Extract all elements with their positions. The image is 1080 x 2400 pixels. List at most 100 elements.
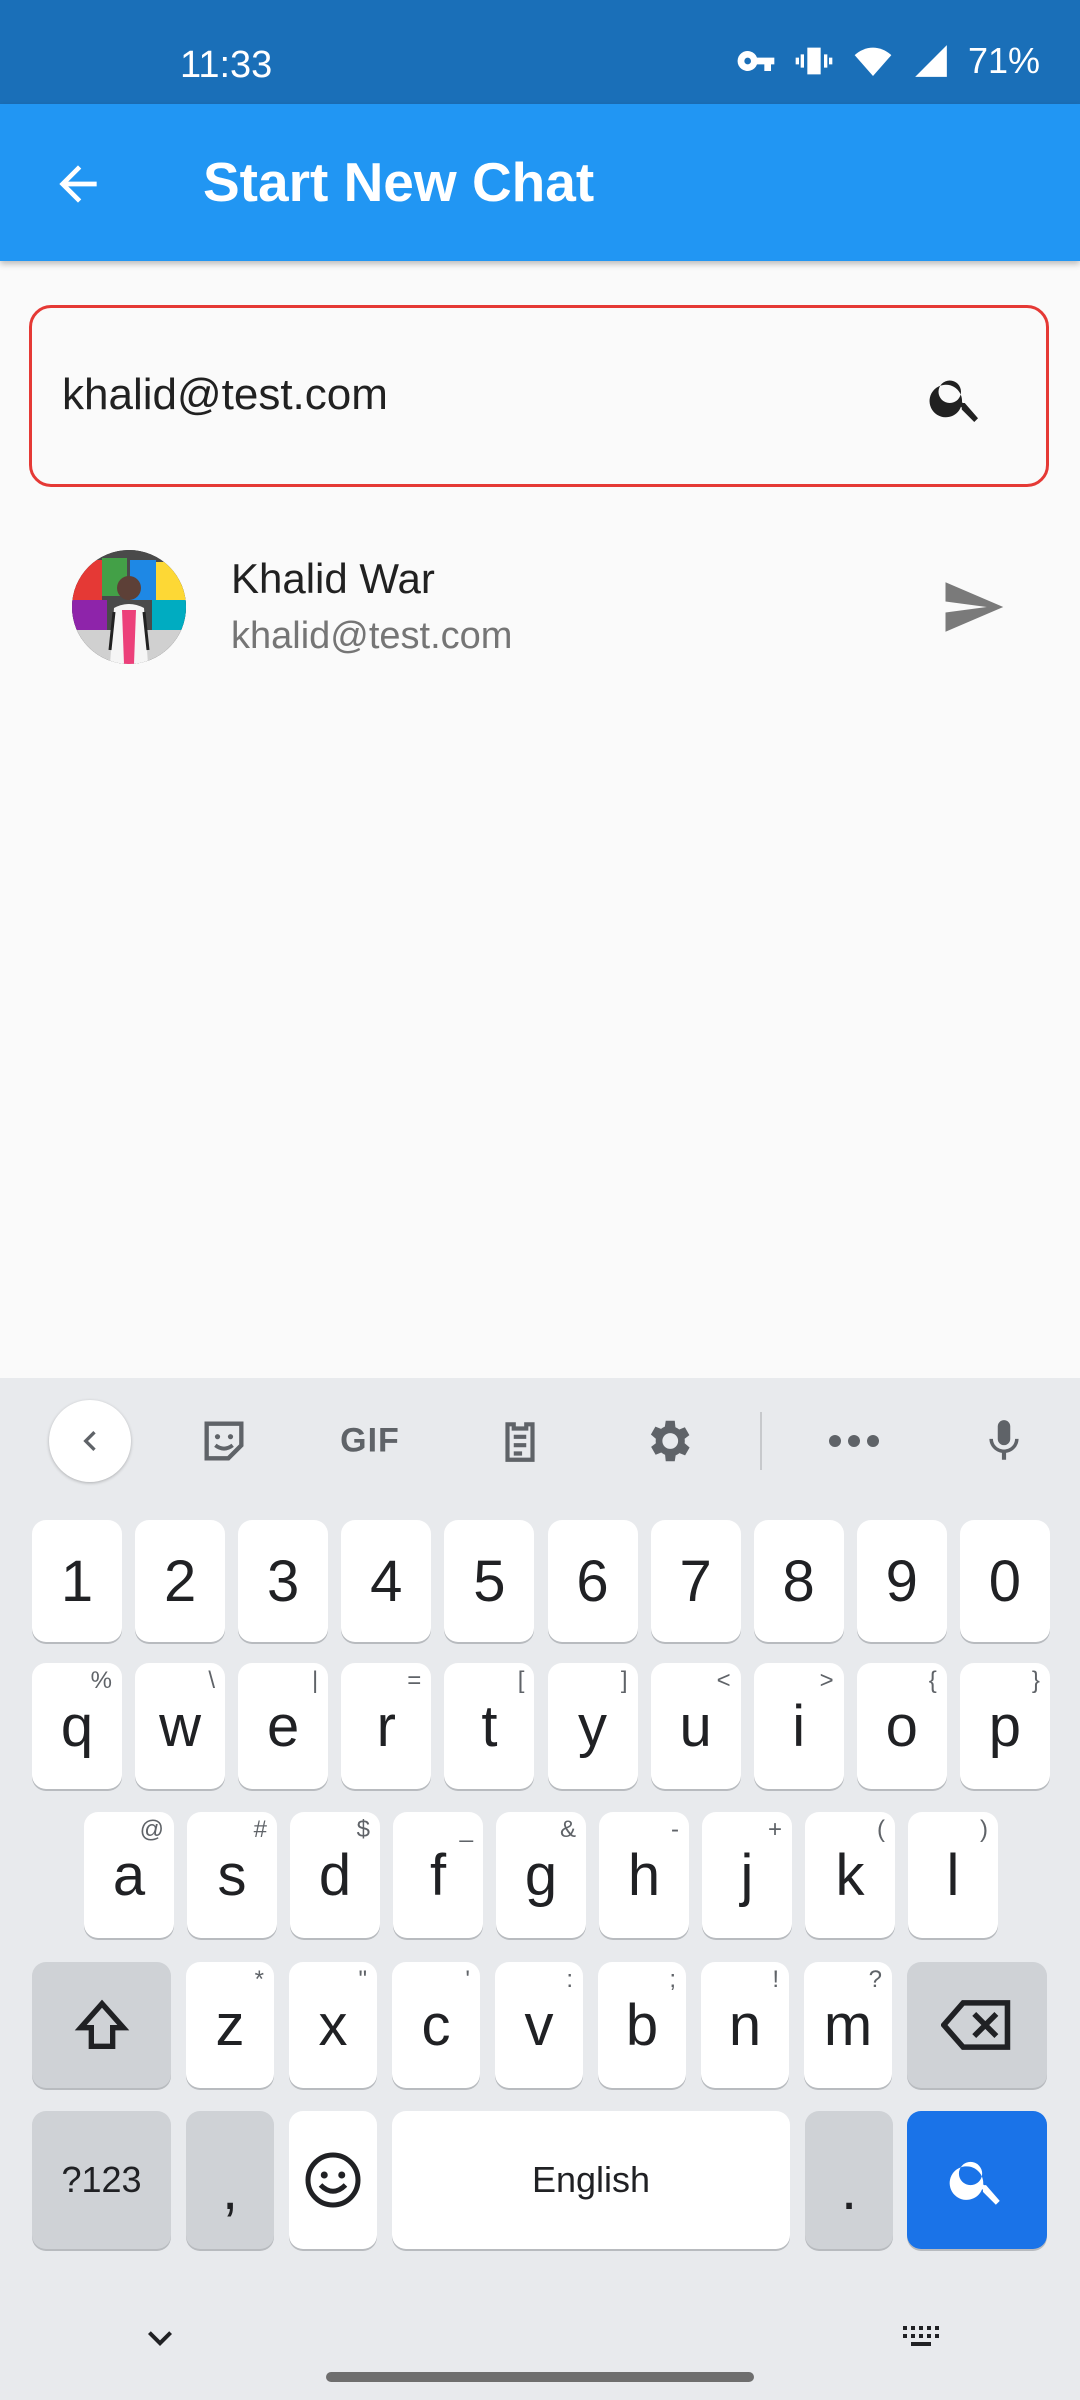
key-3[interactable]: 3 <box>238 1520 329 1642</box>
key-label: b <box>625 1992 659 2058</box>
toolbar-divider <box>760 1412 762 1470</box>
shift-icon <box>74 1999 129 2049</box>
key-g[interactable]: g & <box>496 1812 586 1938</box>
back-arrow-icon[interactable] <box>50 156 106 212</box>
key-label: i <box>792 1693 806 1759</box>
battery-level: 71% <box>967 40 1040 81</box>
key-n[interactable]: n! <box>701 1962 789 2088</box>
voice-input-button[interactable] <box>979 1412 1029 1470</box>
key-secondary-label: = <box>407 1667 422 1694</box>
key-6[interactable]: 6 <box>547 1520 638 1642</box>
key-secondary-label: ] <box>620 1667 628 1694</box>
key-secondary-label: [ <box>517 1667 525 1694</box>
key-1[interactable]: 1 <box>32 1520 122 1642</box>
key-v[interactable]: v: <box>495 1962 583 2088</box>
period-key[interactable]: . <box>805 2111 893 2249</box>
key-secondary-label: | <box>311 1667 319 1694</box>
key-u[interactable]: u < <box>650 1663 741 1789</box>
key-label: 2 <box>163 1548 197 1614</box>
key-i[interactable]: i > <box>753 1663 844 1789</box>
key-7[interactable]: 7 <box>650 1520 741 1642</box>
key-secondary-label: * <box>254 1966 264 1993</box>
key-secondary-label: ) <box>980 1816 988 1843</box>
chevron-down-icon[interactable] <box>136 2314 184 2362</box>
key-r[interactable]: r = <box>341 1663 432 1789</box>
key-label: a <box>112 1842 146 1908</box>
key-label: l <box>946 1842 960 1908</box>
backspace-key[interactable] <box>907 1962 1047 2088</box>
key-b[interactable]: b; <box>598 1962 686 2088</box>
key-0[interactable]: 0 <box>959 1520 1050 1642</box>
keyboard-settings-button[interactable] <box>641 1414 695 1468</box>
key-8[interactable]: 8 <box>753 1520 844 1642</box>
key-secondary-label: ' <box>465 1966 470 1993</box>
key-y[interactable]: y] <box>547 1663 638 1789</box>
symbols-key[interactable]: ?123 <box>32 2111 171 2249</box>
key-2[interactable]: 2 <box>135 1520 226 1642</box>
send-icon[interactable] <box>940 574 1006 640</box>
key-e[interactable]: e | <box>238 1663 329 1789</box>
keyboard-collapse-button[interactable] <box>49 1400 131 1482</box>
chevron-left-icon <box>83 1431 96 1451</box>
user-email: khalid@test.com <box>231 615 513 657</box>
key-4[interactable]: 4 <box>341 1520 432 1642</box>
key-x[interactable]: x " <box>289 1962 377 2088</box>
user-result-row[interactable]: Khalid War khalid@test.com <box>0 530 1080 680</box>
key-label: x <box>318 1992 348 2058</box>
key-label: t <box>481 1693 498 1759</box>
key-secondary-label: _ <box>459 1816 473 1843</box>
key-q[interactable]: q% <box>32 1663 122 1789</box>
space-key[interactable]: English <box>392 2111 790 2249</box>
key-label: y <box>578 1693 607 1759</box>
gear-icon <box>650 1420 690 1462</box>
comma-key[interactable]: , <box>186 2111 274 2249</box>
emoji-key[interactable] <box>289 2111 377 2249</box>
more-options-button[interactable] <box>827 1431 881 1451</box>
key-d[interactable]: d $ <box>290 1812 380 1938</box>
key-label: o <box>885 1693 918 1759</box>
key-l[interactable]: l) <box>908 1812 998 1938</box>
shift-key[interactable] <box>32 1962 171 2088</box>
keyboard-switch-icon[interactable] <box>894 2314 948 2362</box>
key-label: 5 <box>473 1548 506 1614</box>
key-secondary-label: " <box>358 1966 367 1993</box>
search-action-key[interactable] <box>907 2111 1047 2249</box>
key-p[interactable]: p} <box>959 1663 1050 1789</box>
key-label: n <box>728 1992 762 2058</box>
key-label: z <box>215 1992 245 2058</box>
emoji-icon <box>305 2152 361 2208</box>
key-z[interactable]: z * <box>186 1962 274 2088</box>
key-j[interactable]: j + <box>702 1812 792 1938</box>
key-9[interactable]: 9 <box>856 1520 947 1642</box>
key-secondary-label: < <box>716 1667 731 1694</box>
key-t[interactable]: t[ <box>444 1663 535 1789</box>
search-field[interactable]: khalid@test.com <box>29 305 1049 487</box>
backspace-icon <box>941 2000 1011 2050</box>
search-input[interactable]: khalid@test.com <box>62 370 388 420</box>
sticker-button[interactable] <box>198 1415 250 1467</box>
key-s[interactable]: s # <box>187 1812 277 1938</box>
gif-button[interactable]: GIF <box>340 1422 400 1461</box>
key-secondary-label: % <box>90 1667 112 1694</box>
key-5[interactable]: 5 <box>444 1520 535 1642</box>
key-o[interactable]: o{ <box>856 1663 947 1789</box>
key-label: 4 <box>370 1548 403 1614</box>
search-icon <box>949 2161 1000 2205</box>
key-w[interactable]: w \ <box>135 1663 226 1789</box>
key-f[interactable]: f _ <box>393 1812 483 1938</box>
key-secondary-label: + <box>767 1816 782 1843</box>
key-h[interactable]: h- <box>599 1812 689 1938</box>
clipboard-button[interactable] <box>495 1414 545 1468</box>
keyboard-toolbar: GIF <box>0 1378 1080 1504</box>
search-icon[interactable] <box>926 368 986 428</box>
key-label: 8 <box>782 1548 815 1614</box>
status-bar: 11:33 71% <box>0 0 1080 104</box>
key-k[interactable]: k( <box>805 1812 895 1938</box>
key-m[interactable]: m? <box>804 1962 892 2088</box>
key-c[interactable]: c ' <box>392 1962 480 2088</box>
home-indicator[interactable] <box>326 2372 754 2382</box>
key-a[interactable]: a @ <box>84 1812 174 1938</box>
sticker-icon <box>204 1421 244 1461</box>
key-label: m <box>823 1992 873 2058</box>
key-label: j <box>740 1842 754 1908</box>
